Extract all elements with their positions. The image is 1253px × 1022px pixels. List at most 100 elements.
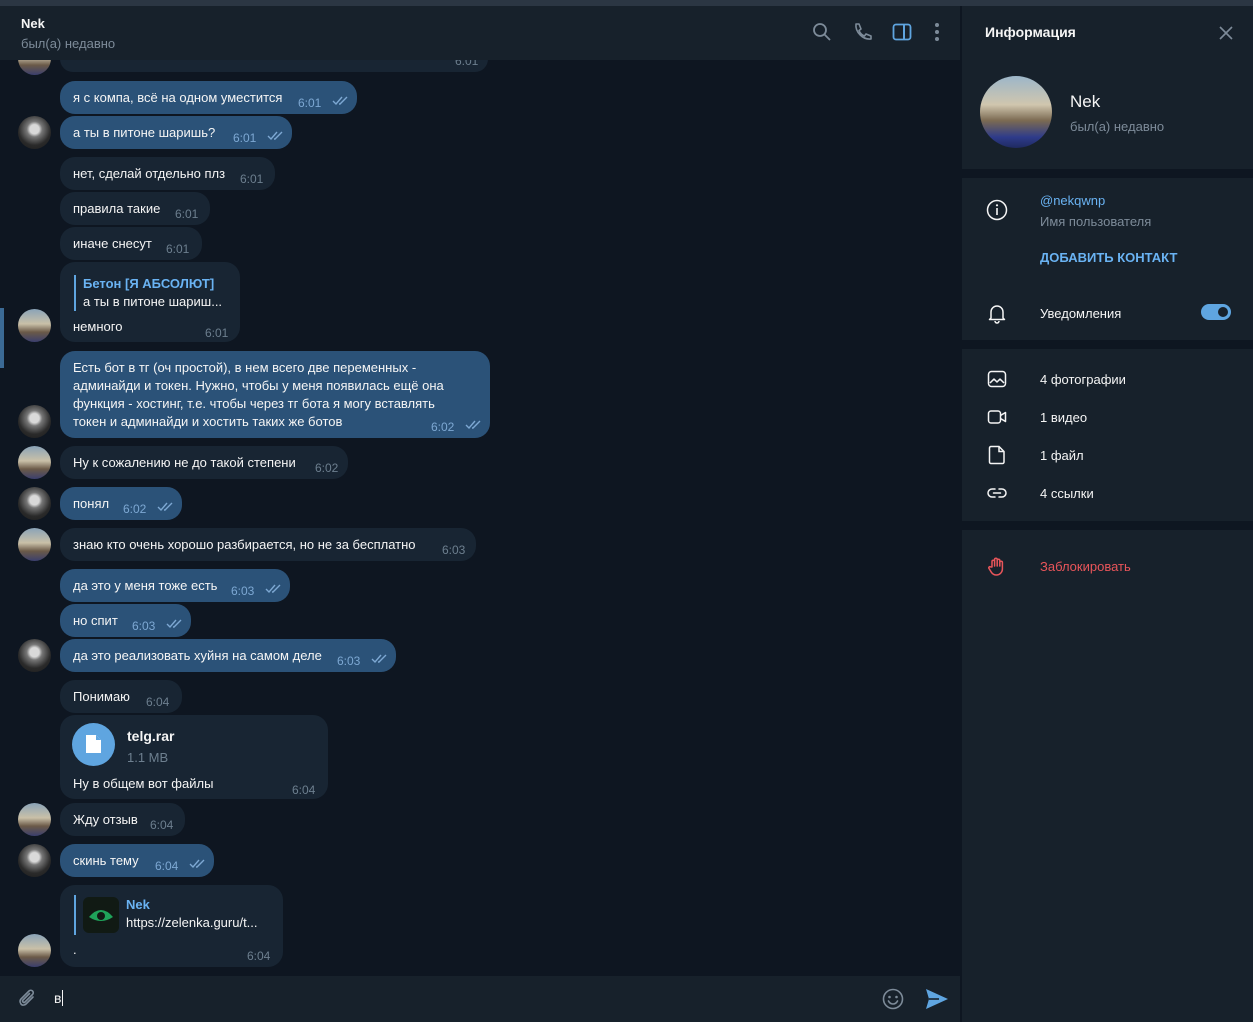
message-bubble[interactable]: Ну к сожалению не до такой степени 6:02: [60, 446, 348, 479]
avatar[interactable]: [18, 934, 51, 967]
media-videos-item[interactable]: 1 видео: [1040, 410, 1087, 425]
avatar[interactable]: [18, 803, 51, 836]
message-bubble[interactable]: Жду отзыв 6:04: [60, 803, 185, 836]
profile-status: был(а) недавно: [1070, 119, 1165, 134]
message-bubble[interactable]: правила такие 6:01: [60, 192, 210, 225]
message-text-line: токен и админайди и хостить таких же бот…: [73, 414, 343, 429]
chat-header[interactable]: Nek был(а) недавно: [0, 6, 960, 60]
message-text: скинь тему: [73, 853, 139, 868]
media-files-item[interactable]: 1 файл: [1040, 448, 1084, 463]
username-label: Имя пользователя: [1040, 214, 1152, 229]
link-preview-message-bubble[interactable]: Nek https://zelenka.guru/t... . 6:04: [60, 885, 283, 967]
unread-indicator: [0, 308, 4, 368]
message-time: 6:04: [150, 818, 174, 832]
avatar[interactable]: [18, 844, 51, 877]
attach-icon[interactable]: [17, 988, 39, 1010]
section-divider: [962, 169, 1253, 178]
message-text: правила такие: [73, 201, 161, 216]
avatar[interactable]: [18, 116, 51, 149]
message-bubble[interactable]: нет, сделай отдельно плз 6:01: [60, 157, 275, 190]
section-divider: [962, 521, 1253, 530]
message-bubble[interactable]: Есть бот в тг (оч простой), в нем всего …: [60, 351, 490, 438]
message-text: я с компа, всё на одном уместится: [73, 90, 283, 105]
avatar[interactable]: [18, 639, 51, 672]
message-time: 6:04: [146, 695, 170, 709]
video-icon: [986, 406, 1008, 428]
username-link[interactable]: @nekqwnp: [1040, 193, 1105, 208]
message-bubble[interactable]: иначе снесут 6:01: [60, 227, 202, 260]
link-preview-thumbnail: [83, 897, 119, 933]
chat-panel: 6:01 я с компа, всё на одном уместится 6…: [0, 6, 960, 1022]
message-bubble[interactable]: я с компа, всё на одном уместится 6:01: [60, 81, 357, 114]
message-bubble[interactable]: да это реализовать хуйня на самом деле 6…: [60, 639, 396, 672]
send-icon[interactable]: [924, 987, 950, 1011]
message-bubble[interactable]: Бетон [Я АБСОЛЮТ] а ты в питоне шариш...…: [60, 262, 240, 342]
message-time: 6:03: [442, 543, 466, 557]
media-photos-item[interactable]: 4 фотографии: [1040, 372, 1126, 387]
sidebar-title: Информация: [985, 24, 1076, 40]
message-time: 6:02: [123, 502, 147, 516]
profile-avatar[interactable]: [980, 76, 1052, 148]
avatar[interactable]: [18, 446, 51, 479]
message-bubble[interactable]: знаю кто очень хорошо разбирается, но не…: [60, 528, 476, 561]
more-menu-icon[interactable]: [926, 21, 948, 43]
info-sidebar: Информация Nek был(а) недавно @nekqwnp И…: [962, 6, 1253, 1022]
text-cursor: [62, 990, 64, 1006]
message-time: 6:04: [155, 859, 179, 873]
message-text: немного: [73, 319, 123, 334]
message-input-value: в: [54, 990, 62, 1006]
message-time: 6:03: [132, 619, 156, 633]
message-text: знаю кто очень хорошо разбирается, но не…: [73, 537, 416, 552]
link-preview[interactable]: Nek https://zelenka.guru/t...: [74, 895, 274, 935]
phone-icon[interactable]: [851, 21, 873, 43]
message-time: 6:01: [175, 207, 199, 221]
media-links-item[interactable]: 4 ссылки: [1040, 486, 1094, 501]
message-time: 6:01: [166, 242, 190, 256]
message-bubble[interactable]: но спит 6:03: [60, 604, 191, 637]
sidebar-toggle-icon[interactable]: [891, 21, 913, 43]
message-composer: в: [0, 976, 960, 1022]
message-input[interactable]: в: [54, 990, 64, 1006]
message-bubble[interactable]: Понимаю 6:04: [60, 680, 182, 713]
chat-status: был(а) недавно: [21, 36, 116, 51]
toggle-knob: [1216, 305, 1230, 319]
reply-quote[interactable]: Бетон [Я АБСОЛЮТ] а ты в питоне шариш...: [74, 275, 222, 311]
profile-name: Nek: [1070, 92, 1101, 111]
message-bubble[interactable]: понял 6:02: [60, 487, 182, 520]
link-preview-url[interactable]: https://zelenka.guru/t...: [126, 914, 258, 932]
message-bubble[interactable]: а ты в питоне шаришь? 6:01: [60, 116, 292, 149]
avatar[interactable]: [18, 487, 51, 520]
notifications-toggle[interactable]: [1201, 304, 1231, 320]
info-icon: [986, 199, 1008, 221]
block-user-button[interactable]: Заблокировать: [1040, 559, 1131, 574]
message-text: Жду отзыв: [73, 812, 138, 827]
emoji-icon[interactable]: [881, 987, 905, 1011]
close-icon[interactable]: [1217, 24, 1235, 42]
file-name[interactable]: telg.rar: [127, 727, 174, 745]
read-checks-icon: [157, 502, 175, 512]
file-download-icon[interactable]: [72, 723, 115, 766]
message-text-line: админайди и токен. Нужно, чтобы у меня п…: [73, 378, 444, 393]
message-bubble[interactable]: да это у меня тоже есть 6:03: [60, 569, 290, 602]
message-time: 6:04: [292, 783, 316, 797]
message-time: 6:02: [315, 461, 339, 475]
read-checks-icon: [332, 96, 350, 106]
avatar[interactable]: [18, 405, 51, 438]
chat-title[interactable]: Nek: [21, 16, 45, 31]
avatar[interactable]: [18, 309, 51, 342]
photo-icon: [986, 368, 1008, 390]
read-checks-icon: [166, 619, 184, 629]
reply-author: Бетон [Я АБСОЛЮТ]: [83, 276, 215, 291]
message-list[interactable]: 6:01 я с компа, всё на одном уместится 6…: [0, 6, 960, 976]
read-checks-icon: [267, 131, 285, 141]
add-contact-button[interactable]: ДОБАВИТЬ КОНТАКТ: [1040, 250, 1177, 265]
search-icon[interactable]: [811, 21, 833, 43]
avatar[interactable]: [18, 528, 51, 561]
message-text-line: функция - хостинг, т.е. чтобы через тг б…: [73, 396, 435, 411]
file-message-bubble[interactable]: telg.rar 1.1 MB Ну в общем вот файлы 6:0…: [60, 715, 328, 799]
bell-icon: [986, 302, 1008, 324]
message-bubble[interactable]: скинь тему 6:04: [60, 844, 214, 877]
read-checks-icon: [265, 584, 283, 594]
message-text: .: [73, 942, 77, 957]
message-text: Ну к сожалению не до такой степени: [73, 455, 296, 470]
